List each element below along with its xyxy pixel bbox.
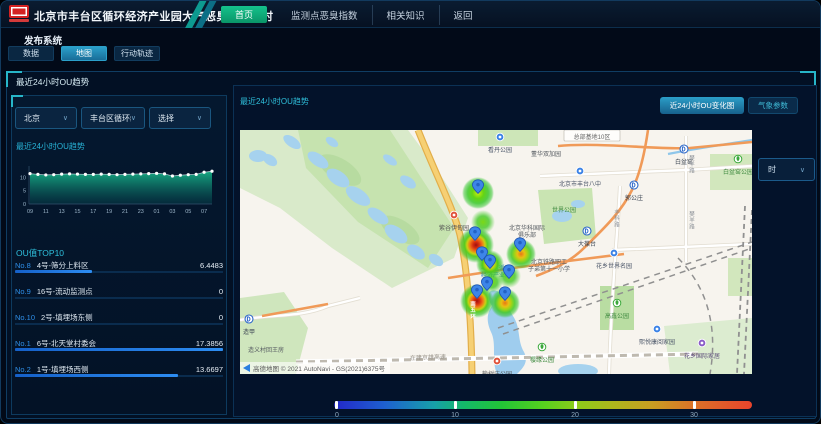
ou-progress-bar [15, 271, 223, 273]
svg-text:21: 21 [122, 209, 128, 215]
map-label: 丰科路 [614, 208, 620, 228]
map-label: 樊羊路 [689, 154, 695, 174]
legend-tick [335, 401, 338, 409]
ou-change-map-button[interactable]: 近24小时OU变化图 [660, 97, 744, 114]
top10-title: OU值TOP10 [16, 247, 64, 259]
svg-text:19: 19 [106, 209, 112, 215]
tab-map[interactable]: 地图 [61, 46, 107, 61]
svg-text:造义村回王房: 造义村回王房 [248, 346, 284, 354]
svg-text:23: 23 [138, 209, 144, 215]
app-logo [9, 5, 29, 23]
tab-data[interactable]: 数据 [8, 46, 54, 61]
svg-text:17: 17 [90, 209, 96, 215]
heatmap-legend-labels: 0 10 20 30 [334, 412, 752, 422]
nav-item-back[interactable]: 返回 [439, 5, 487, 25]
svg-text:造甲: 造甲 [243, 328, 255, 336]
svg-text:03: 03 [169, 209, 175, 215]
legend-tick [693, 401, 696, 409]
weather-params-button[interactable]: 气象参数 [748, 97, 798, 114]
region-selectors: 北京 ∨ 丰台区循环经济产 ∨ 选择 ∨ [12, 107, 228, 129]
city-select[interactable]: 北京 ∨ [15, 107, 77, 129]
tab-track[interactable]: 行动轨迹 [114, 46, 160, 61]
list-item: No.16号-北天堂村委会17.3856 [15, 337, 223, 351]
svg-text:11: 11 [43, 209, 49, 215]
ou-progress-bar [15, 375, 223, 377]
title-divider-decoration [184, 1, 218, 28]
svg-text:世界公园: 世界公园 [552, 206, 576, 214]
site-select[interactable]: 选择 ∨ [149, 107, 211, 129]
view-tabs: 数据 地图 行动轨迹 [8, 46, 167, 61]
map-label: 南五环 [470, 300, 476, 320]
svg-text:花乡世界名园: 花乡世界名园 [596, 262, 632, 270]
chevron-down-icon: ∨ [63, 114, 68, 122]
top10-list: No.84号-筛分上料区6.4483 No.916号-流动监测点0 No.102… [15, 259, 223, 389]
nav-item-knowledge[interactable]: 相关知识 [372, 5, 439, 25]
map-label: 董华双加园 [531, 150, 561, 158]
ou-trend-chart: 0510091113151719212301030507 [14, 152, 218, 222]
svg-text:北京铁路职工: 北京铁路职工 [531, 258, 567, 266]
svg-text:熙悦康阅家园: 熙悦康阅家园 [639, 338, 675, 346]
trend-chart-title: 最近24小时OU趋势 [16, 141, 85, 152]
svg-text:09: 09 [27, 209, 33, 215]
map-panel: 最近24小时OU趋势 近24小时OU变化图 气象参数 [233, 85, 817, 417]
logo-icon [9, 5, 29, 18]
ou-progress-bar [15, 323, 223, 325]
svg-text:13: 13 [59, 209, 65, 215]
map-canvas[interactable]: 丰台区循环经济产业园 看丹公园总部基地10区董华双加园白盆窑白盆窑公园北京市丰台… [240, 130, 752, 374]
dashboard-root: 北京市丰台区循环经济产业园大气恶臭状况实时 首页 监测点恶臭指数 相关知识 返回… [0, 0, 821, 424]
svg-text:郭公庄: 郭公庄 [625, 194, 643, 202]
logo-text [9, 19, 29, 22]
ou-progress-bar [15, 349, 223, 351]
map-label: 世界公园 [552, 206, 576, 214]
svg-text:看丹公园: 看丹公园 [488, 146, 512, 154]
content-panel-title: 最近24小时OU趋势 [16, 76, 89, 88]
chevron-down-icon: ∨ [131, 114, 136, 122]
map-attribution: 高德地图 © 2021 AutoNavi - GS(2021)6375号 [240, 362, 390, 374]
chevron-down-icon: ∨ [800, 166, 805, 174]
district-select[interactable]: 丰台区循环经济产 ∨ [81, 107, 145, 129]
publish-system-label: 发布系统 [24, 33, 62, 47]
nav-item-home[interactable]: 首页 [221, 6, 267, 23]
heatmap-legend-bar [334, 401, 752, 409]
svg-text:5: 5 [23, 189, 26, 195]
legend-tick [454, 401, 457, 409]
map-label: 樊羊路 [689, 210, 695, 230]
list-item: No.916号-流动监测点0 [15, 285, 223, 299]
map-label: 北京铁路职工子弟第十一小学 [528, 258, 570, 273]
svg-text:10: 10 [20, 175, 26, 181]
svg-text:董华双加园: 董华双加园 [531, 150, 561, 158]
map-area-label: 总部基地10区 [564, 130, 620, 141]
svg-text:紫谷伊甸园: 紫谷伊甸园 [439, 224, 469, 232]
svg-text:07: 07 [201, 209, 207, 215]
svg-text:15: 15 [74, 209, 80, 215]
svg-text:花乡国际家居: 花乡国际家居 [684, 352, 720, 360]
main-nav: 首页 监测点恶臭指数 相关知识 返回 [221, 1, 487, 28]
svg-text:05: 05 [185, 209, 191, 215]
svg-text:0: 0 [23, 202, 26, 208]
autonavi-logo-icon [243, 364, 250, 372]
svg-text:高鑫公园: 高鑫公园 [605, 312, 629, 320]
top-navbar: 北京市丰台区循环经济产业园大气恶臭状况实时 首页 监测点恶臭指数 相关知识 返回 [1, 1, 821, 28]
time-unit-select[interactable]: 时 ∨ [758, 158, 815, 181]
map-svg: 丰台区循环经济产业园 看丹公园总部基地10区董华双加园白盆窑白盆窑公园北京市丰台… [240, 130, 752, 374]
svg-text:樱缘公园: 樱缘公园 [530, 356, 554, 364]
map-panel-title: 最近24小时OU趋势 [240, 96, 309, 107]
ou-progress-bar [15, 297, 223, 299]
legend-tick [574, 401, 577, 409]
svg-text:总部基地10区: 总部基地10区 [574, 133, 611, 141]
svg-text:01: 01 [154, 209, 160, 215]
list-item: No.21号-填埋场西侧13.6697 [15, 363, 223, 377]
nav-item-odor-index[interactable]: 监测点恶臭指数 [277, 5, 372, 25]
left-sidebar-panel: 北京 ∨ 丰台区循环经济产 ∨ 选择 ∨ 最近24小时OU趋势 05100911… [11, 95, 227, 415]
map-label: 造义村回王房 [248, 346, 284, 354]
svg-text:子弟第十一小学: 子弟第十一小学 [528, 265, 570, 273]
svg-text:北京市丰台八中: 北京市丰台八中 [559, 180, 601, 188]
svg-text:白盆窑公园: 白盆窑公园 [723, 168, 752, 176]
svg-text:北京华科国际: 北京华科国际 [509, 224, 545, 232]
list-item: No.84号-筛分上料区6.4483 [15, 259, 223, 273]
svg-text:大葆台: 大葆台 [578, 240, 596, 248]
list-item: No.102号-填埋场东侧0 [15, 311, 223, 325]
chevron-down-icon: ∨ [197, 114, 202, 122]
